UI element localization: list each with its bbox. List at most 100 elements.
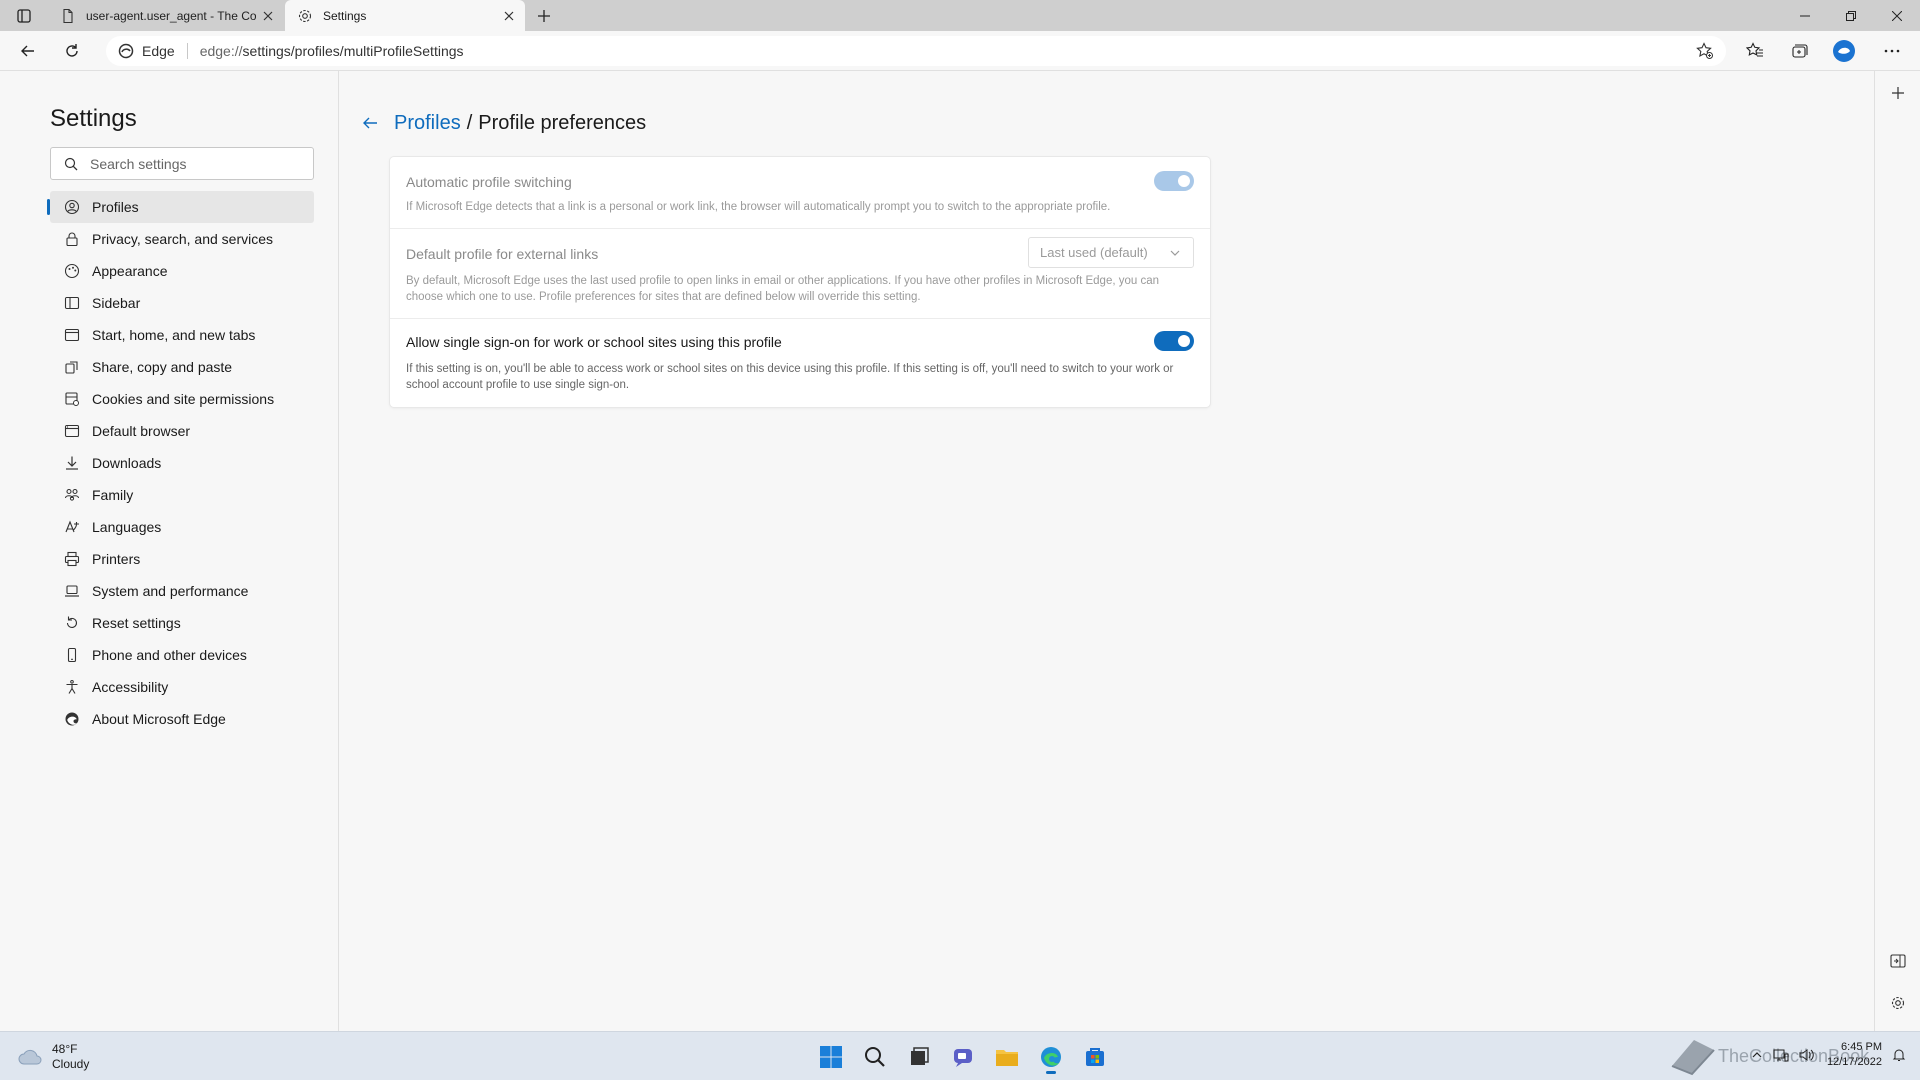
single-sign-on-toggle[interactable] — [1154, 331, 1194, 351]
sidebar-item-phone-and-other-devices[interactable]: Phone and other devices — [50, 639, 314, 671]
close-window-button[interactable] — [1874, 0, 1920, 31]
sidebar-item-label: Privacy, search, and services — [92, 231, 274, 247]
store-button[interactable] — [1078, 1040, 1112, 1074]
search-box[interactable] — [50, 147, 314, 180]
arrow-left-icon — [363, 117, 377, 129]
refresh-icon — [66, 44, 78, 57]
settings-card: Automatic profile switching If Microsoft… — [390, 157, 1210, 407]
tab-close-button[interactable] — [256, 4, 280, 28]
more-options-button[interactable] — [1878, 37, 1906, 65]
new-tab-button[interactable] — [532, 4, 556, 28]
search-taskbar-button[interactable] — [858, 1040, 892, 1074]
sidebar-item-default-browser[interactable]: Default browser — [50, 415, 314, 447]
store-icon — [1086, 1048, 1104, 1066]
auto-switching-toggle[interactable] — [1154, 171, 1194, 191]
sidebar-settings-button[interactable] — [1886, 991, 1910, 1015]
download-icon — [64, 455, 80, 471]
sidebar-item-reset-settings[interactable]: Reset settings — [50, 607, 314, 639]
tab-actions-button[interactable] — [12, 6, 36, 26]
network-icon[interactable] — [1773, 1048, 1789, 1062]
sidebar-item-system-and-performance[interactable]: System and performance — [50, 575, 314, 607]
start-button[interactable] — [814, 1040, 848, 1074]
refresh-button[interactable] — [58, 37, 86, 65]
edge-taskbar-button[interactable] — [1034, 1040, 1068, 1074]
sidebar-item-privacy-search-and-services[interactable]: Privacy, search, and services — [50, 223, 314, 255]
tab-label: Settings — [323, 8, 367, 23]
sidebar-item-appearance[interactable]: Appearance — [50, 255, 314, 287]
collections-button[interactable] — [1785, 37, 1813, 65]
accessibility-icon — [64, 679, 80, 695]
setting-row-single-sign-on: Allow single sign-on for work or school … — [390, 319, 1210, 407]
setting-title: Automatic profile switching — [406, 174, 572, 190]
sidebar-item-start-home-and-new-tabs[interactable]: Start, home, and new tabs — [50, 319, 314, 351]
settings-title: Settings — [50, 105, 137, 132]
weather-widget[interactable]: 48°F Cloudy — [18, 1042, 89, 1072]
favorites-button[interactable] — [1741, 37, 1769, 65]
ellipsis-icon — [1884, 49, 1900, 53]
tab-close-button[interactable] — [497, 4, 521, 28]
sidebar-item-family[interactable]: Family — [50, 479, 314, 511]
reset-icon — [64, 615, 80, 631]
edge-icon — [64, 711, 80, 727]
sidebar-item-label: Family — [92, 487, 134, 503]
breadcrumb-profiles-link[interactable]: Profiles — [394, 112, 461, 135]
sidebar-item-label: Default browser — [92, 423, 191, 439]
file-explorer-button[interactable] — [990, 1040, 1024, 1074]
minimize-button[interactable] — [1782, 0, 1828, 31]
sidebar-item-about-microsoft-edge[interactable]: About Microsoft Edge — [50, 703, 314, 735]
restore-icon — [1846, 10, 1856, 21]
chat-button[interactable] — [946, 1040, 980, 1074]
browser-icon — [64, 423, 80, 439]
sidebar-item-profiles[interactable]: Profiles — [47, 191, 314, 223]
sidebar-item-accessibility[interactable]: Accessibility — [50, 671, 314, 703]
edge-icon — [118, 43, 134, 59]
notifications-icon[interactable] — [1892, 1048, 1906, 1062]
sidebar-item-cookies-and-site-permissions[interactable]: Cookies and site permissions — [50, 383, 314, 415]
volume-icon[interactable] — [1799, 1048, 1815, 1062]
weather-condition: Cloudy — [52, 1057, 90, 1071]
title-bar: user-agent.user_agent - The Coll Setting… — [0, 0, 1920, 31]
task-view-button[interactable] — [902, 1040, 936, 1074]
back-button[interactable] — [14, 37, 42, 65]
task-view-icon — [911, 1047, 929, 1065]
gear-icon — [297, 8, 313, 24]
profile-button[interactable] — [1830, 37, 1858, 65]
folder-icon — [996, 1050, 1018, 1066]
sidebar-item-downloads[interactable]: Downloads — [50, 447, 314, 479]
book-logo-icon — [1671, 1040, 1715, 1076]
sidebar-item-share-copy-and-paste[interactable]: Share, copy and paste — [50, 351, 314, 383]
restore-button[interactable] — [1828, 0, 1874, 31]
chat-icon — [954, 1049, 972, 1067]
search-input[interactable] — [90, 155, 290, 172]
lock-icon — [64, 231, 80, 247]
default-profile-dropdown[interactable]: Last used (default) — [1028, 237, 1194, 268]
sidebar-item-printers[interactable]: Printers — [50, 543, 314, 575]
language-icon — [64, 519, 80, 535]
back-to-profiles-button[interactable] — [358, 111, 382, 135]
cookie-icon — [64, 391, 80, 407]
edge-sidebar — [1874, 71, 1920, 1031]
arrow-left-icon — [21, 45, 34, 57]
sidebar-item-label: Printers — [92, 551, 141, 567]
close-icon — [263, 11, 273, 20]
cloud-icon — [18, 1049, 42, 1065]
sidebar-item-languages[interactable]: Languages — [50, 511, 314, 543]
setting-row-default-profile: Default profile for external links Last … — [390, 229, 1210, 319]
add-favorite-button[interactable] — [1694, 40, 1716, 62]
add-sidebar-app-button[interactable] — [1886, 81, 1910, 105]
sidebar-item-sidebar[interactable]: Sidebar — [50, 287, 314, 319]
sidebar-item-label: Accessibility — [92, 679, 169, 695]
hide-sidebar-button[interactable] — [1886, 949, 1910, 973]
weather-text: 48°F Cloudy — [52, 1042, 89, 1072]
clock-date: 12/17/2022 — [1826, 1056, 1882, 1068]
clock[interactable]: 6:45 PM 12/17/2022 — [1827, 1040, 1882, 1070]
address-bar[interactable]: Edge edge://settings/profiles/multiProfi… — [106, 36, 1726, 66]
avatar-icon — [1833, 40, 1855, 62]
breadcrumb-separator: / — [466, 111, 473, 134]
url-text: edge://settings/profiles/multiProfileSet… — [200, 43, 464, 59]
sidebar-item-label: Sidebar — [92, 295, 141, 311]
chevron-up-icon[interactable] — [1751, 1049, 1763, 1061]
tab-settings[interactable]: Settings — [285, 0, 525, 31]
site-identity[interactable]: Edge — [106, 43, 175, 59]
tab-user-agent[interactable]: user-agent.user_agent - The Coll — [48, 0, 284, 31]
